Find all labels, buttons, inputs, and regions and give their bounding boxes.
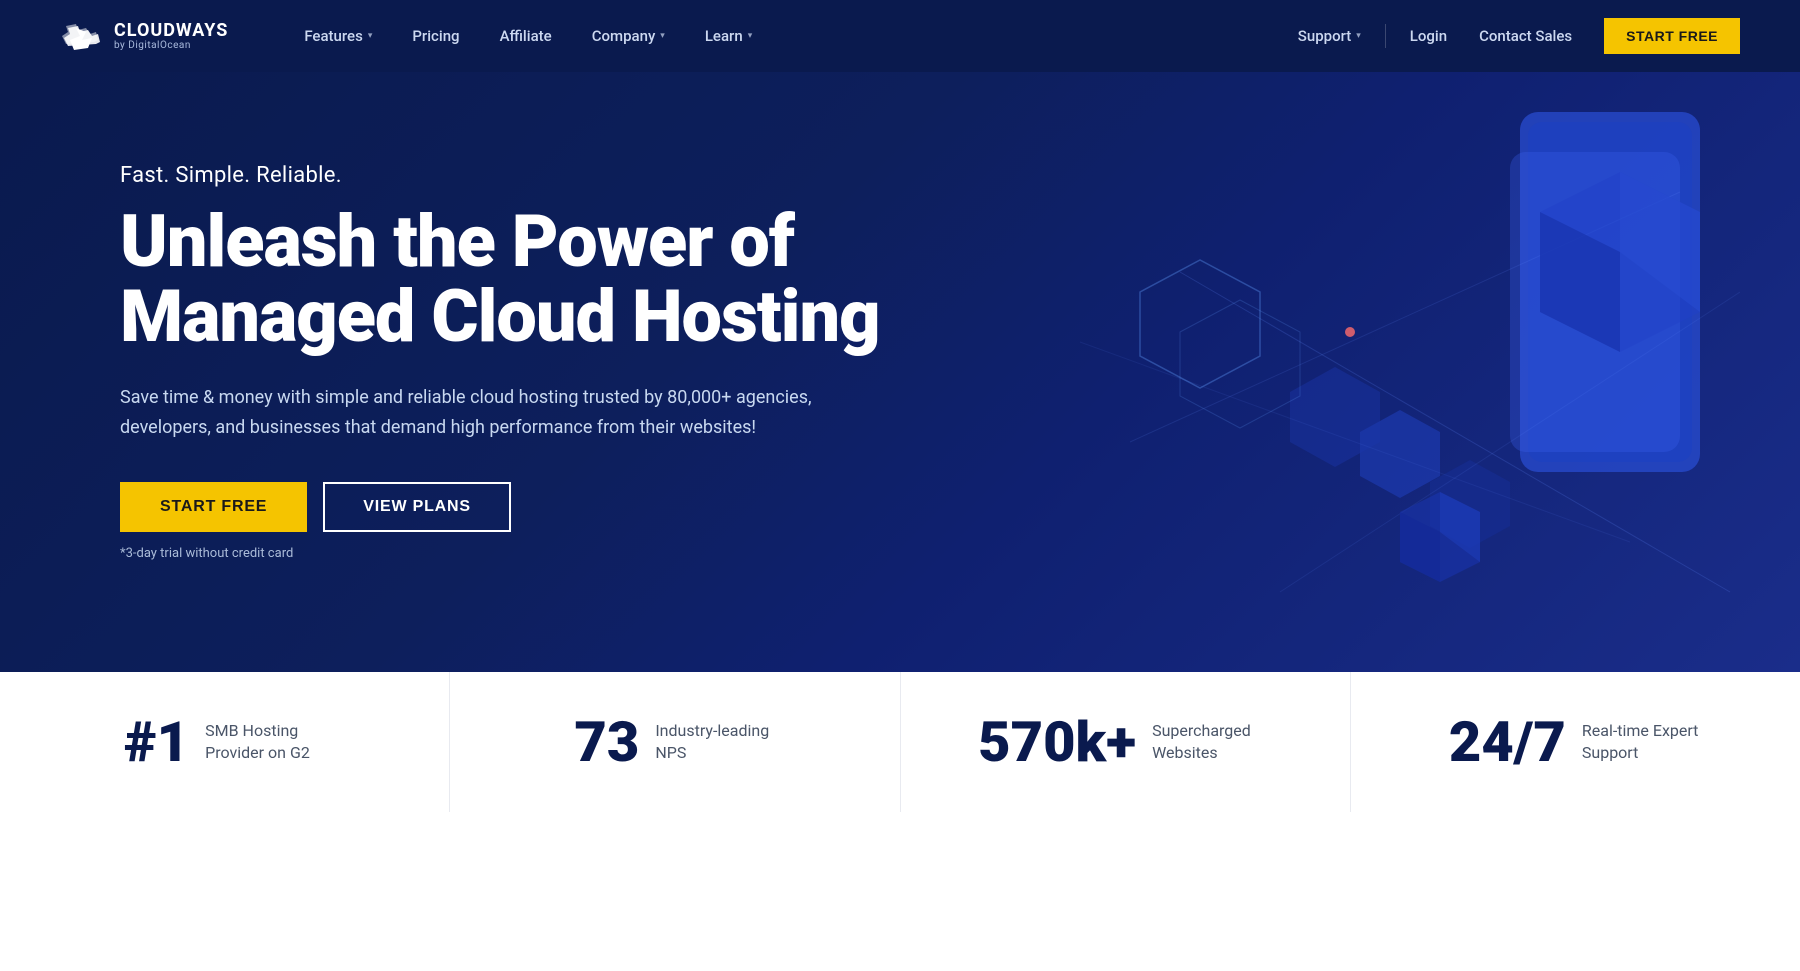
features-chevron-icon: ▾: [368, 31, 373, 41]
stat-item-1: #1 SMB Hosting Provider on G2: [0, 672, 450, 812]
stat-item-3: 570k+ Supercharged Websites: [901, 672, 1351, 812]
hero-buttons: START FREE VIEW PLANS: [120, 482, 880, 532]
hero-description: Save time & money with simple and reliab…: [120, 383, 840, 442]
stat-number-2: 73: [574, 714, 639, 770]
nav-right: Support ▾ Login Contact Sales START FREE: [1282, 18, 1740, 54]
logo-text-container: CLOUDWAYS by DigitalOcean: [114, 21, 228, 52]
hero-tagline: Fast. Simple. Reliable.: [120, 163, 880, 188]
hero-content: Fast. Simple. Reliable. Unleash the Powe…: [120, 163, 880, 562]
hero-graphic: [980, 92, 1740, 652]
nav-company[interactable]: Company ▾: [576, 19, 681, 53]
logo-sub: by DigitalOcean: [114, 40, 228, 51]
nav-links: Features ▾ Pricing Affiliate Company ▾ L…: [288, 19, 1281, 53]
stat-item-2: 73 Industry-leading NPS: [450, 672, 900, 812]
stat-item-4: 24/7 Real-time Expert Support: [1351, 672, 1800, 812]
nav-learn[interactable]: Learn ▾: [689, 19, 768, 53]
stat-label-2: Industry-leading NPS: [655, 720, 775, 765]
hero-view-plans-button[interactable]: VIEW PLANS: [323, 482, 511, 532]
company-chevron-icon: ▾: [660, 31, 665, 41]
stat-label-1: SMB Hosting Provider on G2: [205, 720, 325, 765]
nav-start-free-button[interactable]: START FREE: [1604, 18, 1740, 54]
nav-affiliate[interactable]: Affiliate: [484, 19, 568, 53]
nav-support[interactable]: Support ▾: [1282, 19, 1377, 53]
learn-chevron-icon: ▾: [748, 31, 753, 41]
stat-label-4: Real-time Expert Support: [1582, 720, 1702, 765]
hero-trial-note: *3-day trial without credit card: [120, 546, 880, 561]
hero-illustration: [980, 92, 1740, 652]
hero-start-free-button[interactable]: START FREE: [120, 482, 307, 532]
stat-number-1: #1: [124, 714, 189, 770]
nav-pricing[interactable]: Pricing: [396, 19, 475, 53]
cloudways-logo-icon: [60, 18, 104, 54]
support-chevron-icon: ▾: [1356, 31, 1361, 41]
hero-title: Unleash the Power of Managed Cloud Hosti…: [120, 204, 880, 355]
stat-number-3: 570k+: [978, 714, 1136, 770]
stats-section: #1 SMB Hosting Provider on G2 73 Industr…: [0, 672, 1800, 812]
nav-contact-sales[interactable]: Contact Sales: [1463, 19, 1588, 53]
stat-label-3: Supercharged Websites: [1152, 720, 1272, 765]
hero-section: Fast. Simple. Reliable. Unleash the Powe…: [0, 72, 1800, 672]
hero-title-line2: Managed Cloud Hosting: [120, 274, 880, 359]
logo-link[interactable]: CLOUDWAYS by DigitalOcean: [60, 18, 228, 54]
navbar: CLOUDWAYS by DigitalOcean Features ▾ Pri…: [0, 0, 1800, 72]
nav-features[interactable]: Features ▾: [288, 19, 388, 53]
hero-title-line1: Unleash the Power of: [120, 199, 794, 284]
nav-divider: [1385, 24, 1386, 48]
nav-login[interactable]: Login: [1394, 19, 1463, 53]
logo-name: CLOUDWAYS: [114, 21, 228, 41]
stat-number-4: 24/7: [1449, 714, 1566, 770]
